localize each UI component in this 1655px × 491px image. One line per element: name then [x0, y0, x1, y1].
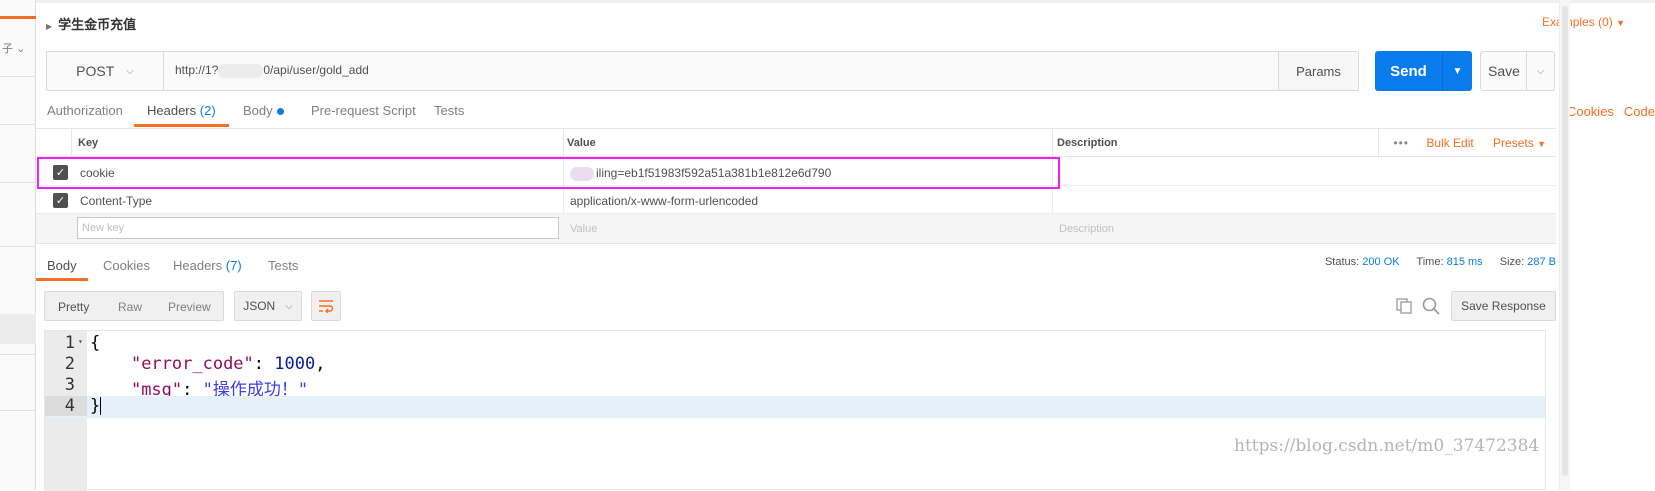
examples-dropdown[interactable]: Examples (0) ▼: [1542, 15, 1625, 29]
save-dropdown-icon[interactable]: ⌵: [1526, 52, 1554, 90]
format-select[interactable]: JSON ⌵: [234, 291, 302, 321]
view-raw-button[interactable]: Raw: [118, 300, 142, 314]
send-button[interactable]: Send: [1375, 51, 1442, 91]
response-code-viewer[interactable]: 1 ▾ { 2 "error_code": 1000, 3 "msg": "操作…: [44, 330, 1546, 491]
caret-right-icon[interactable]: ▶: [46, 22, 52, 31]
sidebar-fragment: 子 ⌄: [2, 43, 26, 55]
response-time: 815 ms: [1446, 256, 1483, 268]
header-key[interactable]: Content-Type: [80, 194, 152, 208]
presets-dropdown[interactable]: Presets ▼: [1493, 136, 1546, 150]
code-line: 2 "error_code": 1000,: [64, 354, 326, 374]
view-preview-button[interactable]: Preview: [168, 300, 211, 314]
watermark: https://blog.csdn.net/m0_37472384: [1234, 436, 1540, 456]
redacted-blur: [218, 63, 264, 78]
request-name-text: 学生金币充值: [58, 17, 137, 32]
save-response-button[interactable]: Save Response: [1451, 291, 1556, 321]
new-description-input[interactable]: Description: [1059, 223, 1114, 235]
response-size: 287 B: [1527, 256, 1556, 268]
tab-active-underline: [134, 124, 229, 127]
main-panel: ▶ 学生金币充值 Examples (0) ▼ POST ⌵ http://1? 0/…: [36, 0, 1655, 491]
header-value[interactable]: application/x-www-form-urlencoded: [570, 194, 758, 208]
save-button-group: Save ⌵: [1480, 51, 1555, 91]
scrollbar-thumb[interactable]: [1562, 6, 1568, 476]
column-key: Key: [78, 137, 99, 149]
code-line: 3 "msg": "操作成功！": [64, 375, 309, 400]
tab-response-tests[interactable]: Tests: [268, 258, 298, 273]
search-icon[interactable]: [1422, 297, 1440, 315]
tab-body[interactable]: Body: [243, 103, 284, 118]
more-options-icon[interactable]: •••: [1393, 136, 1409, 150]
new-header-row: New key Value Description: [36, 214, 1556, 244]
url-bar: POST ⌵ http://1? 0/api/user/gold_add Param…: [46, 51, 1359, 91]
response-toolbar: Pretty Raw Preview JSON ⌵ Save Response: [36, 290, 1556, 322]
checkbox-checked-icon[interactable]: ✓: [53, 193, 68, 208]
method-select[interactable]: POST ⌵: [47, 52, 164, 90]
tab-response-headers[interactable]: Headers (7): [173, 258, 242, 273]
tab-headers[interactable]: Headers (2): [147, 103, 216, 118]
sidebar: 子 ⌄: [0, 0, 36, 490]
column-value: Value: [567, 137, 596, 149]
request-name[interactable]: ▶ 学生金币充值: [46, 14, 136, 33]
request-links: Cookies Code: [1557, 104, 1655, 119]
text-cursor: [100, 397, 102, 415]
code-link[interactable]: Code: [1624, 104, 1655, 119]
new-key-input[interactable]: New key: [77, 217, 559, 239]
highlight-annotation-box: [37, 157, 1060, 189]
copy-icon[interactable]: [1396, 298, 1412, 314]
fold-toggle-icon[interactable]: ▾: [78, 337, 83, 346]
caret-down-icon: ▼: [1537, 139, 1546, 149]
tab-prerequest-script[interactable]: Pre-request Script: [311, 103, 416, 118]
view-mode-group: Pretty Raw Preview: [44, 291, 224, 321]
url-input[interactable]: http://1? 0/api/user/gold_add: [175, 63, 369, 78]
sidebar-active-bar: [0, 16, 36, 19]
save-button[interactable]: Save: [1481, 52, 1527, 90]
sidebar-selected-item[interactable]: [0, 314, 36, 344]
bulk-edit-link[interactable]: Bulk Edit: [1426, 136, 1473, 150]
wrap-lines-icon[interactable]: [311, 291, 341, 321]
scrollbar[interactable]: [1559, 0, 1570, 490]
body-indicator-dot-icon: [276, 108, 284, 116]
cookies-link[interactable]: Cookies: [1567, 104, 1614, 119]
caret-down-icon: ▼: [1616, 18, 1625, 28]
send-button-group: Send ▼: [1375, 51, 1472, 91]
headers-table-head: Key Value Description ••• Bulk Edit Pres…: [36, 128, 1556, 158]
tab-response-cookies[interactable]: Cookies: [103, 258, 150, 273]
code-line: 1 ▾ {: [64, 333, 101, 353]
params-button[interactable]: Params: [1278, 52, 1358, 90]
tab-authorization[interactable]: Authorization: [47, 103, 123, 118]
chevron-down-icon: ⌵: [285, 300, 293, 312]
header-row: ✓ Content-Type application/x-www-form-ur…: [36, 186, 1556, 214]
send-dropdown-icon[interactable]: ▼: [1442, 51, 1472, 91]
response-tabs: Body Cookies Headers (7) Tests Status: 2…: [36, 256, 1556, 282]
column-description: Description: [1057, 137, 1118, 149]
code-line-current: 4 }: [45, 396, 1545, 418]
tab-tests[interactable]: Tests: [434, 103, 464, 118]
tab-response-body[interactable]: Body: [47, 258, 77, 273]
status-badge: 200 OK: [1362, 256, 1400, 268]
response-meta: Status: 200 OK Time: 815 ms Size: 287 B: [1324, 256, 1556, 268]
view-pretty-button[interactable]: Pretty: [58, 300, 89, 314]
tab-active-underline: [36, 278, 88, 281]
request-tabs: Authorization Headers (2) Body Pre-reque…: [36, 100, 1556, 128]
new-value-input[interactable]: Value: [570, 223, 597, 235]
chevron-down-icon: ⌵: [126, 65, 134, 77]
